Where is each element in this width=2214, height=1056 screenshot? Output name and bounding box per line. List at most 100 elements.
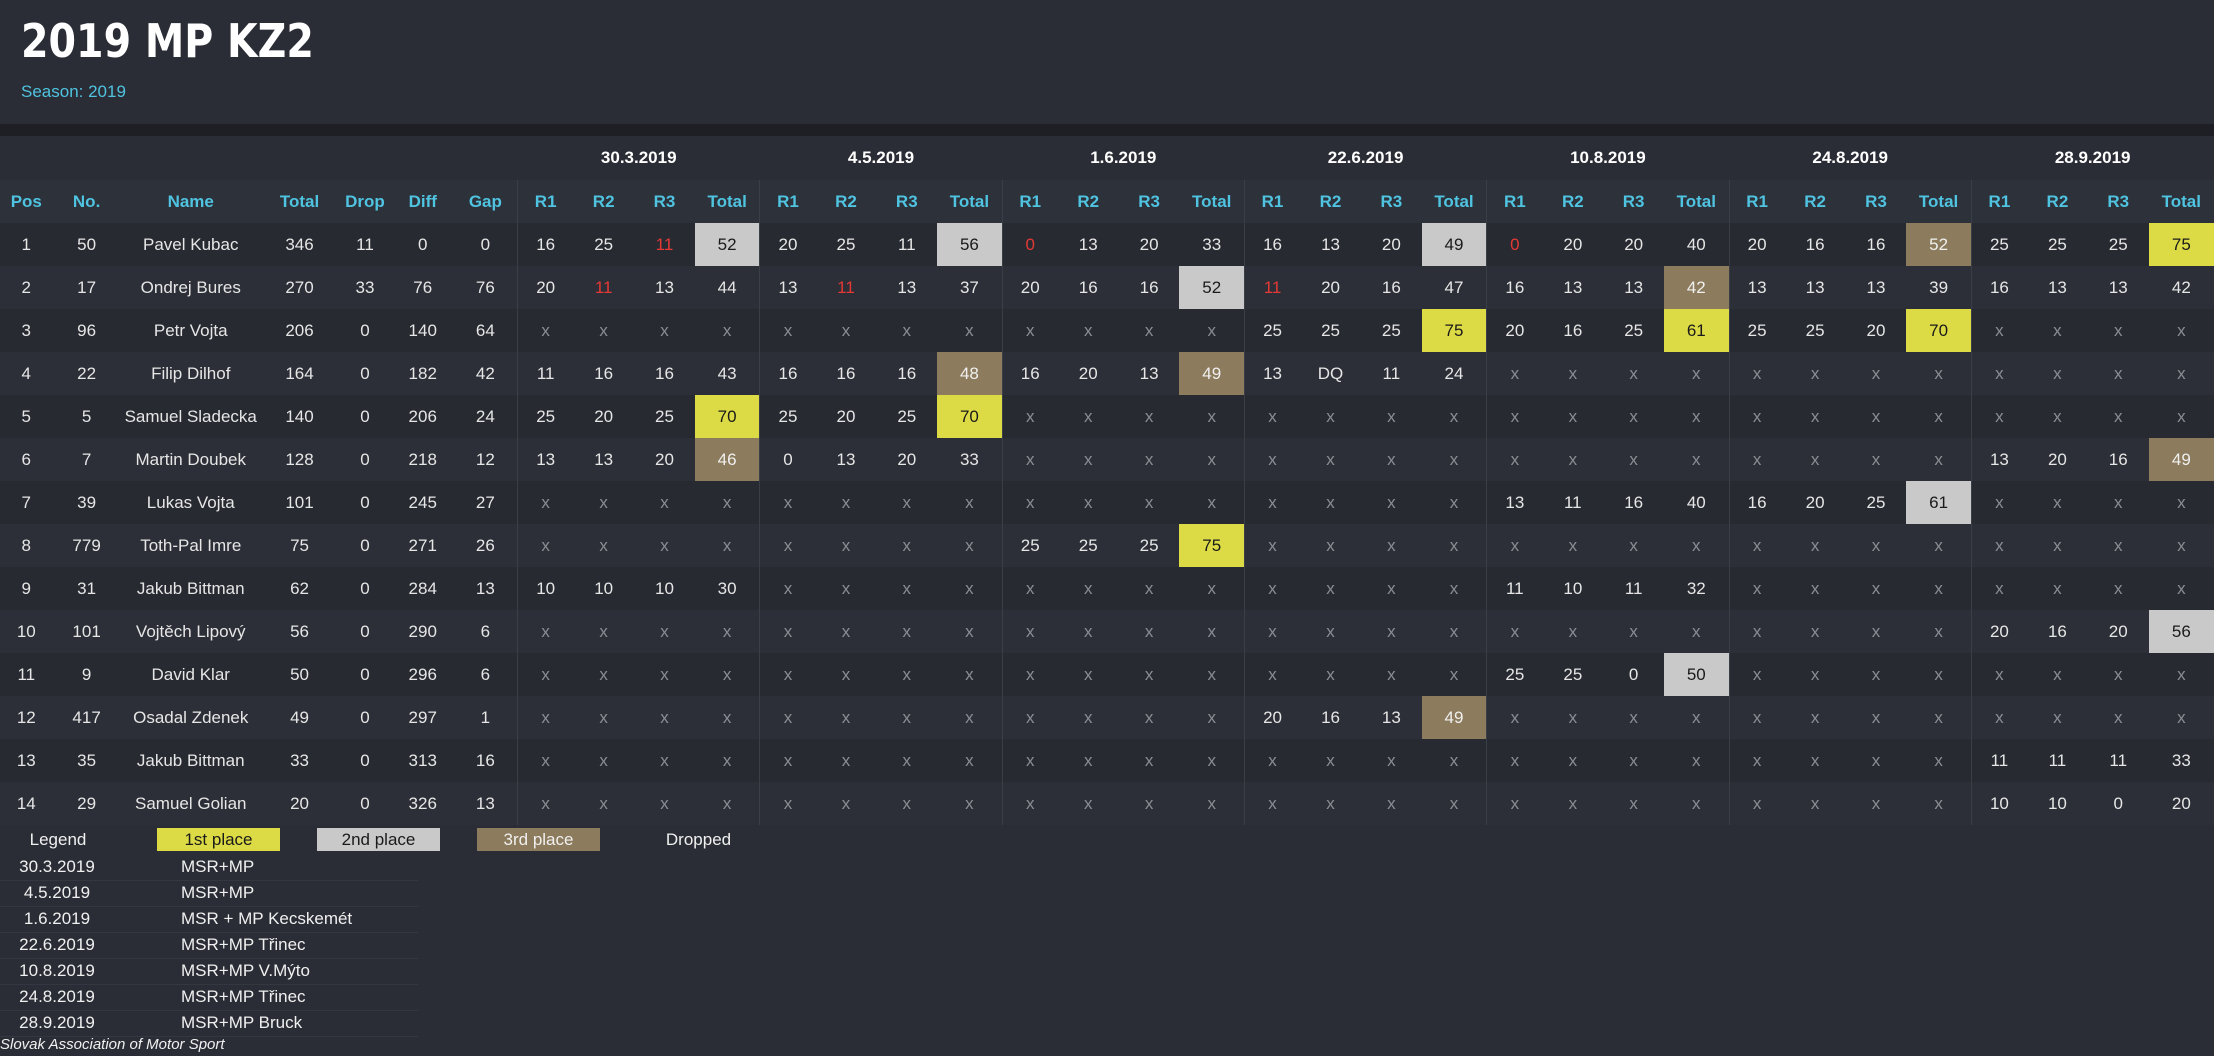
cell-round-points: x: [1728, 524, 1785, 567]
cell-round-points: 10: [594, 578, 614, 598]
cell-round-points: x: [759, 309, 816, 352]
cell-round-points: 20: [1321, 277, 1340, 297]
header-r2: R2: [1077, 191, 1100, 211]
cell-total: 101: [285, 492, 314, 512]
cell-round-points: x: [660, 621, 669, 641]
cell-event-total: 70: [694, 395, 760, 438]
header-no: No.: [72, 191, 101, 211]
cell-event-total: x: [1692, 707, 1701, 727]
standings-row: 3 96 Petr Vojta 206 0 140 64 x x x x x x x x x x x x 25 25 25…: [0, 309, 2214, 352]
cell-gap: 6: [480, 621, 491, 641]
cell-round-points: x: [1083, 707, 1093, 727]
header-pos: Pos: [10, 191, 42, 211]
cell-round-points: x: [1387, 535, 1396, 555]
cell-round-points: x: [1810, 621, 1820, 641]
cell-event-total: 48: [937, 352, 1003, 395]
cell-round-points: x: [1629, 535, 1638, 555]
legend-label: Legend: [29, 830, 87, 849]
cell-round-points: 0: [1486, 223, 1543, 266]
cell-no: 779: [72, 535, 101, 555]
cell-round-points: x: [660, 707, 669, 727]
cell-round-points: x: [1243, 782, 1301, 825]
event-date-header: 28.9.2019: [2054, 148, 2131, 167]
events-table: 30.3.2019 MSR+MP 4.5.2019 MSR+MP 1.6.2019 MSR…: [0, 854, 418, 1037]
header-total: Total: [1192, 191, 1232, 211]
cell-event-total: x: [2177, 664, 2186, 684]
cell-round-points: x: [1728, 696, 1785, 739]
cell-event-total: x: [965, 320, 974, 340]
cell-diff: 182: [408, 363, 437, 383]
cell-pos: 6: [21, 449, 32, 469]
cell-event-total: 49: [1179, 352, 1245, 395]
cell-round-points: x: [841, 578, 851, 598]
header-r2: R2: [592, 191, 615, 211]
event-date: 4.5.2019: [0, 880, 114, 907]
cell-round-points: 25: [1866, 492, 1886, 512]
cell-round-points: x: [1387, 793, 1396, 813]
cell-event-total: 20: [2171, 793, 2191, 813]
cell-round-points: x: [841, 320, 851, 340]
cell-total: 270: [285, 277, 314, 297]
cell-round-points: x: [1001, 739, 1058, 782]
cell-diff: 326: [408, 793, 437, 813]
cell-round-points: x: [2113, 363, 2123, 383]
cell-round-points: x: [1387, 750, 1396, 770]
cell-round-points: 25: [1321, 320, 1340, 340]
cell-round-points: 16: [1381, 277, 1401, 297]
cell-round-points: x: [1970, 395, 2027, 438]
cell-round-points: 20: [1486, 309, 1543, 352]
cell-event-total: x: [965, 707, 974, 727]
cell-round-points: x: [1083, 449, 1093, 469]
cell-event-total: x: [2177, 707, 2186, 727]
header-divider: [0, 124, 2214, 136]
cell-total: 346: [285, 234, 314, 254]
cell-round-points: x: [1810, 664, 1820, 684]
cell-no: 31: [77, 578, 97, 598]
cell-event-total: 52: [1179, 266, 1245, 309]
cell-gap: 13: [475, 793, 495, 813]
cell-event-total: x: [965, 621, 974, 641]
cell-event-total: 50: [1664, 653, 1730, 696]
cell-round-points: 13: [2108, 277, 2128, 297]
cell-event-total: 47: [1444, 277, 1464, 297]
cell-round-points: x: [759, 653, 816, 696]
event-name: MSR + MP Kecskemét: [114, 906, 418, 933]
event-date: 10.8.2019: [0, 958, 114, 985]
cell-round-points: x: [1486, 610, 1543, 653]
cell-round-points: 20: [1728, 223, 1785, 266]
cell-round-points: x: [1486, 524, 1543, 567]
cell-round-points: x: [841, 750, 851, 770]
cell-round-points: x: [1810, 406, 1820, 426]
cell-round-points: 20: [1805, 492, 1825, 512]
cell-round-points: 16: [1486, 266, 1543, 309]
cell-round-points: 13: [1563, 277, 1583, 297]
dates-row-spacer: [0, 136, 518, 180]
cell-drop: 0: [360, 449, 370, 469]
cell-round-points: x: [759, 696, 816, 739]
cell-diff: 0: [417, 234, 428, 254]
header-r1: R1: [1243, 180, 1301, 223]
header-r2: R2: [1319, 191, 1342, 211]
cell-round-points: x: [1871, 535, 1881, 555]
cell-round-points: x: [1144, 793, 1154, 813]
cell-round-points: 16: [759, 352, 816, 395]
cell-round-points: x: [1486, 395, 1543, 438]
cell-round-points: 13: [594, 449, 614, 469]
cell-event-total: x: [1449, 535, 1459, 555]
standings-row: 9 31 Jakub Bittman 62 0 284 13 10 10 10 30 x x x x x x x x…: [0, 567, 2214, 610]
cell-round-points: x: [1001, 696, 1058, 739]
cell-drop: 0: [360, 406, 370, 426]
header-r1: R1: [1970, 180, 2027, 223]
cell-event-total: 61: [1664, 309, 1730, 352]
cell-round-points: x: [1728, 610, 1785, 653]
standings-row: 11 9 David Klar 50 0 296 6 x x x x x x x x x x x x x x x x 25 25…: [0, 653, 2214, 696]
cell-event-total: x: [1449, 578, 1459, 598]
cell-event-total: x: [1207, 320, 1216, 340]
cell-event-total: x: [2177, 320, 2186, 340]
header-r1: R1: [517, 180, 574, 223]
event-row: 10.8.2019 MSR+MP V.Mýto: [0, 958, 418, 985]
event-date: 1.6.2019: [0, 906, 114, 933]
cell-round-points: x: [1243, 395, 1301, 438]
cell-round-points: x: [1728, 567, 1785, 610]
cell-event-total: x: [722, 535, 732, 555]
